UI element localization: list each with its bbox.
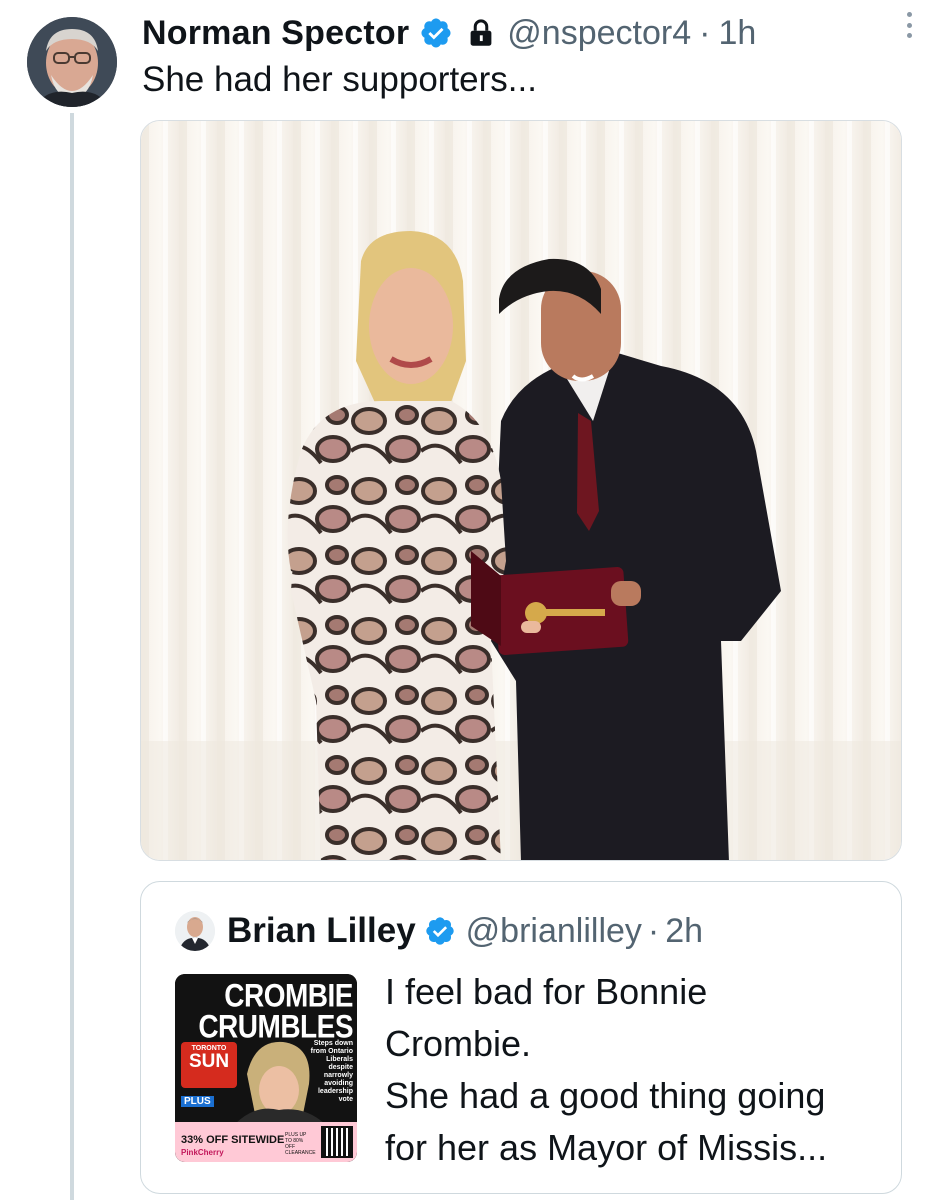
quoted-tweet-text: I feel bad for Bonnie Crombie. She had a… xyxy=(385,966,895,1174)
ad-text: 33% OFF SITEWIDE xyxy=(181,1134,285,1146)
quoted-thumbnail[interactable]: CROMBIE CRUMBLES TORONTO SUN Steps down … xyxy=(175,974,357,1162)
verified-badge-icon xyxy=(426,917,454,945)
author-name[interactable]: Norman Spector xyxy=(142,14,409,53)
newspaper-ad: 33% OFF SITEWIDE PinkCherry PLUS UP TO 8… xyxy=(175,1122,357,1162)
more-options-icon[interactable] xyxy=(903,8,915,42)
qr-code-icon xyxy=(321,1126,353,1158)
quoted-tweet[interactable]: Brian Lilley @brianlilley · 2h CROMBIE C… xyxy=(140,881,902,1194)
quoted-tweet-header: Brian Lilley @brianlilley · 2h xyxy=(175,906,703,956)
quoted-text-line: I feel bad for Bonnie xyxy=(385,971,708,1012)
thread-line xyxy=(70,113,74,1200)
lock-icon xyxy=(470,19,492,46)
tweet-photo[interactable] xyxy=(140,120,902,861)
quoted-text-line: Crombie. xyxy=(385,1023,532,1064)
dot-separator: · xyxy=(647,911,660,950)
newspaper-name: SUN xyxy=(188,1051,230,1072)
ad-brand: PinkCherry xyxy=(181,1148,224,1157)
dot-separator: · xyxy=(699,13,711,52)
author-avatar[interactable] xyxy=(27,17,117,107)
quoted-text-line: She had a good thing going xyxy=(385,1075,826,1116)
newspaper-headline: CROMBIE CRUMBLES xyxy=(198,977,353,1045)
newspaper-plus: PLUS xyxy=(181,1096,214,1107)
tweet-text: She had her supporters... xyxy=(142,60,537,99)
newspaper-logo: TORONTO SUN xyxy=(181,1042,237,1088)
quoted-text-line: for her as Mayor of Missis... xyxy=(385,1127,828,1168)
photo-image xyxy=(141,121,901,860)
quoted-author-name[interactable]: Brian Lilley xyxy=(227,911,416,951)
newspaper-subhead: Steps down from Ontario Liberals despite… xyxy=(310,1040,353,1103)
quoted-author-avatar[interactable] xyxy=(175,911,215,951)
quoted-avatar-portrait xyxy=(175,911,215,951)
quoted-author-handle[interactable]: @brianlilley xyxy=(466,912,642,951)
avatar-portrait xyxy=(27,17,117,107)
timestamp[interactable]: 1h xyxy=(718,14,756,53)
tweet-header: Norman Spector @nspector4 · 1h xyxy=(142,10,912,56)
ad-small-text: PLUS UP TO 80% OFF CLEARANCE xyxy=(285,1132,316,1156)
author-handle[interactable]: @nspector4 xyxy=(507,14,691,53)
verified-badge-icon xyxy=(421,18,451,48)
quoted-timestamp[interactable]: 2h xyxy=(665,912,703,951)
